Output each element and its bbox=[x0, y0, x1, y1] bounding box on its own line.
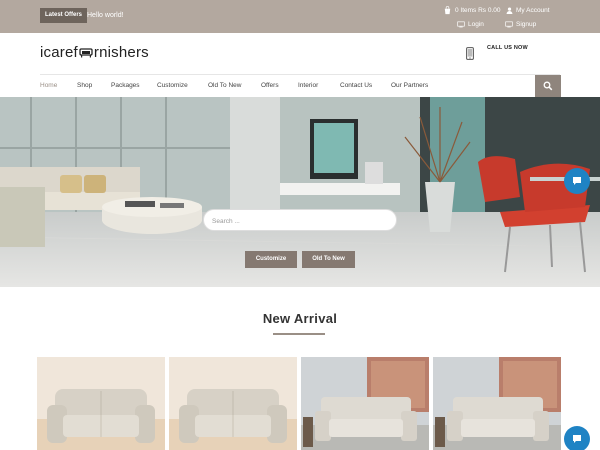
login-icon bbox=[457, 21, 465, 28]
my-account-label: My Account bbox=[516, 7, 550, 14]
chat-icon bbox=[573, 177, 581, 185]
signup-icon bbox=[505, 21, 513, 28]
nav-item-contact-us[interactable]: Contact Us bbox=[340, 75, 372, 97]
product-image-sofa bbox=[301, 357, 429, 450]
signup-label: Signup bbox=[516, 21, 537, 28]
nav-item-interior[interactable]: Interior bbox=[298, 75, 318, 97]
top-account-area: 0 Items Rs 0.00 My Account Login Signup bbox=[433, 2, 553, 32]
offers-ticker-text[interactable]: Hello world! bbox=[87, 8, 124, 23]
logo-text-right: rnishers bbox=[93, 44, 149, 61]
hero-banner: Customize Old To New bbox=[0, 97, 600, 287]
hero-search-box[interactable] bbox=[203, 209, 397, 232]
phone-icon bbox=[466, 47, 474, 60]
search-icon bbox=[543, 81, 553, 91]
nav-item-customize[interactable]: Customize bbox=[157, 75, 188, 97]
logo-text-left: icaref bbox=[40, 44, 78, 61]
main-nav: Home Shop Packages Customize Old To New … bbox=[0, 75, 600, 97]
product-card[interactable] bbox=[301, 357, 429, 450]
product-image-sofa bbox=[433, 357, 561, 450]
chat-widget-button[interactable] bbox=[564, 168, 590, 194]
site-header: icaref rnishers CALL US NOW bbox=[0, 33, 600, 75]
title-underline bbox=[273, 333, 325, 335]
user-icon bbox=[506, 7, 513, 14]
my-account-link[interactable]: My Account bbox=[506, 6, 550, 16]
call-us-label: CALL US NOW bbox=[487, 45, 528, 51]
nav-item-offers[interactable]: Offers bbox=[261, 75, 279, 97]
cart-link[interactable]: 0 Items Rs 0.00 bbox=[443, 6, 501, 16]
customize-button[interactable]: Customize bbox=[245, 251, 297, 268]
product-card[interactable] bbox=[169, 357, 297, 450]
site-logo[interactable]: icaref rnishers bbox=[40, 44, 149, 61]
sofa-logo-icon bbox=[79, 48, 93, 58]
new-arrival-title: New Arrival bbox=[262, 311, 338, 326]
living-room-hero-image bbox=[0, 97, 600, 287]
old-to-new-button[interactable]: Old To New bbox=[302, 251, 355, 268]
product-image-sofa bbox=[37, 357, 165, 450]
login-link[interactable]: Login bbox=[457, 20, 484, 30]
nav-item-our-partners[interactable]: Our Partners bbox=[391, 75, 428, 97]
nav-item-old-to-new[interactable]: Old To New bbox=[208, 75, 241, 97]
product-card[interactable] bbox=[433, 357, 561, 450]
chat-icon bbox=[573, 435, 581, 443]
product-card[interactable] bbox=[37, 357, 165, 450]
cart-icon bbox=[444, 6, 451, 15]
login-label: Login bbox=[468, 21, 484, 28]
top-bar: Latest Offers Hello world! 0 Items Rs 0.… bbox=[0, 0, 600, 33]
nav-search-button[interactable] bbox=[535, 75, 561, 97]
hero-search-input[interactable] bbox=[212, 211, 392, 232]
product-image-sofa bbox=[169, 357, 297, 450]
signup-link[interactable]: Signup bbox=[505, 20, 536, 30]
chat-widget-button-bottom[interactable] bbox=[564, 426, 590, 450]
cart-summary: 0 Items Rs 0.00 bbox=[455, 7, 501, 15]
latest-offers-badge[interactable]: Latest Offers bbox=[40, 8, 88, 23]
nav-item-shop[interactable]: Shop bbox=[77, 75, 92, 97]
nav-item-packages[interactable]: Packages bbox=[111, 75, 140, 97]
nav-item-home[interactable]: Home bbox=[40, 75, 57, 97]
